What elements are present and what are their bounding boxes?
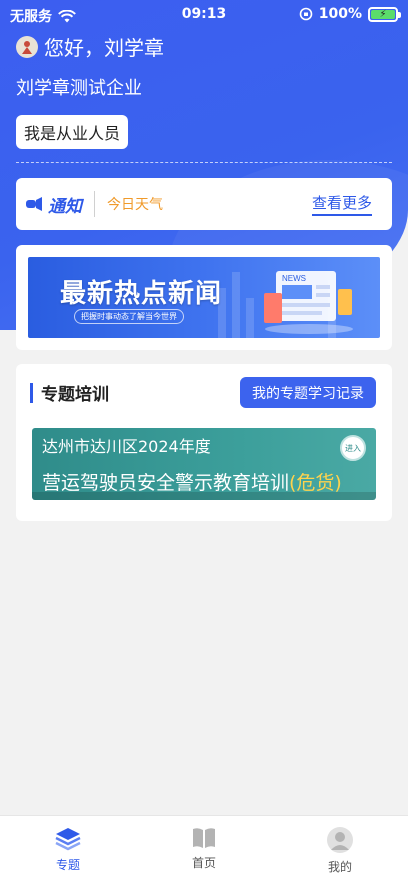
enter-course-button[interactable]: 进入: [340, 435, 366, 461]
view-more-link[interactable]: 查看更多: [311, 192, 372, 216]
notice-bar[interactable]: 通知 今日天气 查看更多: [16, 178, 392, 230]
news-banner[interactable]: 最新热点新闻 把握时事动态了解当今世界 NEWS: [28, 257, 380, 338]
my-study-record-button[interactable]: 我的专题学习记录: [240, 377, 376, 408]
book-icon: [193, 828, 215, 848]
tab-home-label: 首页: [191, 856, 216, 870]
orientation-lock-icon: [299, 7, 313, 21]
course-highlight: (危货): [289, 472, 342, 494]
worker-icon: [22, 40, 32, 54]
role-button[interactable]: 我是从业人员: [16, 115, 129, 149]
notice-message[interactable]: 今日天气: [107, 194, 312, 214]
layers-icon: [55, 828, 81, 851]
tab-mine-label: 我的: [327, 860, 352, 874]
newspaper-illustration: NEWS: [254, 263, 364, 338]
course-title: 营运驾驶员安全警示教育培训: [42, 472, 290, 494]
greeting-text: 您好，刘学章: [44, 36, 164, 60]
news-banner-card: 最新热点新闻 把握时事动态了解当今世界 NEWS: [16, 245, 392, 350]
avatar[interactable]: [16, 35, 38, 58]
notice-logo-text: 通知: [48, 196, 82, 217]
tab-topics[interactable]: 专题: [0, 816, 136, 883]
greeting-row: 您好，刘学章: [16, 32, 164, 61]
bottom-tab-bar: 专题 首页 我的: [0, 815, 408, 883]
training-section-title: 专题培训: [41, 385, 109, 405]
megaphone-icon: [26, 197, 42, 211]
status-right: 100% ⚡: [299, 6, 401, 22]
company-name: 刘学章测试企业: [16, 78, 142, 99]
banner-subtitle: 把握时事动态了解当今世界: [74, 309, 184, 324]
battery-icon: ⚡: [368, 6, 401, 22]
course-line1: 达州市达川区2024年度: [42, 437, 211, 456]
training-header: 专题培训: [30, 380, 109, 405]
notice-divider: [94, 191, 95, 217]
training-card: 专题培训 我的专题学习记录 达州市达川区2024年度 营运驾驶员安全警示教育培训…: [16, 364, 392, 521]
tab-mine[interactable]: 我的: [272, 816, 408, 883]
status-bar: 无服务 09:13 100% ⚡: [0, 0, 408, 28]
tab-home[interactable]: 首页: [136, 816, 272, 883]
course-base-strip: [32, 492, 376, 500]
battery-percent: 100%: [318, 6, 362, 22]
dashed-divider: [16, 162, 392, 163]
course-line2: 营运驾驶员安全警示教育培训(危货): [42, 468, 342, 495]
user-icon: [327, 827, 353, 853]
course-banner[interactable]: 达州市达川区2024年度 营运驾驶员安全警示教育培训(危货) 进入: [32, 428, 376, 500]
tab-topics-label: 专题: [55, 858, 80, 872]
section-marker: [30, 382, 33, 403]
notice-logo: 通知: [26, 192, 82, 217]
banner-title: 最新热点新闻: [60, 279, 223, 309]
news-badge: NEWS: [282, 274, 306, 283]
